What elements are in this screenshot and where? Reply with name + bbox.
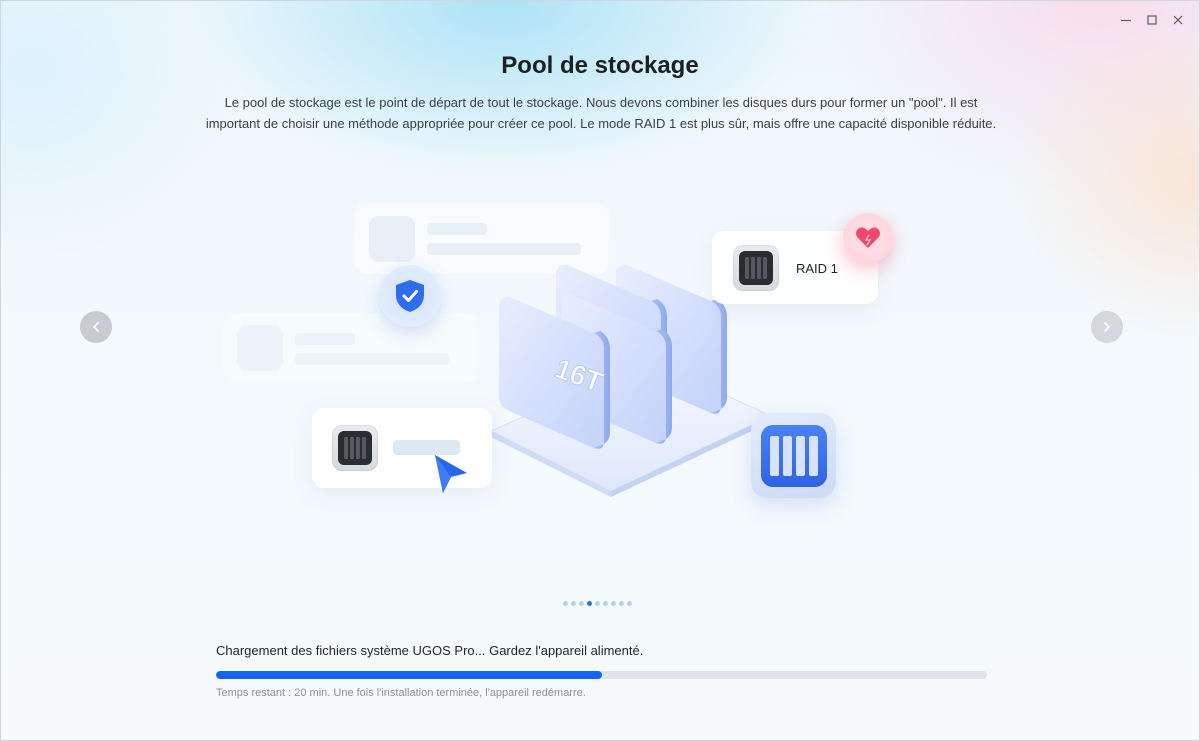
carousel-pagination xyxy=(563,601,632,606)
pagination-dot[interactable] xyxy=(587,601,592,606)
shield-badge xyxy=(379,265,441,327)
cursor-pointer-icon xyxy=(435,455,467,493)
heart-icon xyxy=(856,227,880,248)
pagination-dot[interactable] xyxy=(619,601,624,606)
next-slide-button[interactable] xyxy=(1091,311,1123,343)
install-progress-bar xyxy=(216,671,987,679)
pagination-dot[interactable] xyxy=(563,601,568,606)
nas-bays-icon xyxy=(760,424,827,487)
chevron-left-icon xyxy=(92,322,99,332)
remaining-time-text: Temps restant : 20 min. Une fois l'insta… xyxy=(216,687,586,699)
nas-tile xyxy=(751,413,836,498)
nas-device-icon xyxy=(332,425,378,471)
pagination-dot[interactable] xyxy=(579,601,584,606)
installer-window: Pool de stockage Le pool de stockage est… xyxy=(0,0,1200,741)
chevron-right-icon xyxy=(1104,322,1111,332)
pagination-dot[interactable] xyxy=(595,601,600,606)
placeholder-card xyxy=(223,313,477,383)
shield-check-icon xyxy=(396,280,424,312)
install-status: Chargement des fichiers système UGOS Pro… xyxy=(216,643,644,658)
raid-mode-label: RAID 1 xyxy=(796,261,838,276)
pagination-dot[interactable] xyxy=(603,601,608,606)
nas-device-icon xyxy=(733,245,779,291)
heart-badge xyxy=(843,213,893,263)
pagination-dot[interactable] xyxy=(611,601,616,606)
install-progress-fill xyxy=(216,671,602,679)
storage-pool-illustration: 16T RAID 1 xyxy=(1,1,1199,601)
prev-slide-button[interactable] xyxy=(80,311,112,343)
pagination-dot[interactable] xyxy=(571,601,576,606)
pagination-dot[interactable] xyxy=(627,601,632,606)
